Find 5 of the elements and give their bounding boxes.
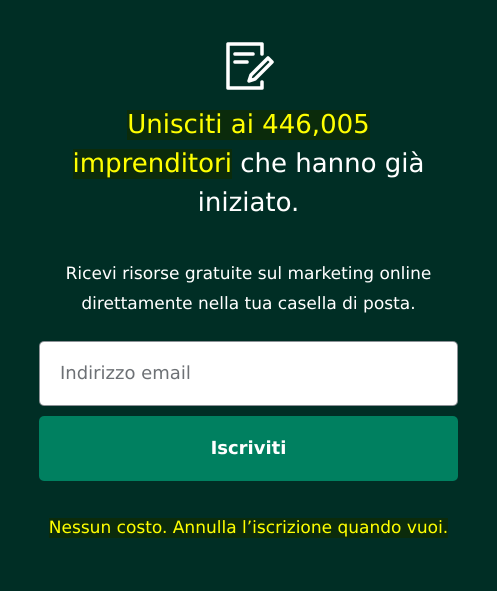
subscribe-button[interactable]: Iscriviti [39, 416, 458, 481]
form-edit-icon [224, 40, 274, 92]
email-field[interactable]: Indirizzo email [39, 341, 458, 406]
description: Ricevi risorse gratuite sul marketing online direttamente nella tua casella di posta. [64, 263, 432, 316]
note-text: Nessun costo. Annulla l’iscrizione quando vuoi. [48, 517, 448, 540]
